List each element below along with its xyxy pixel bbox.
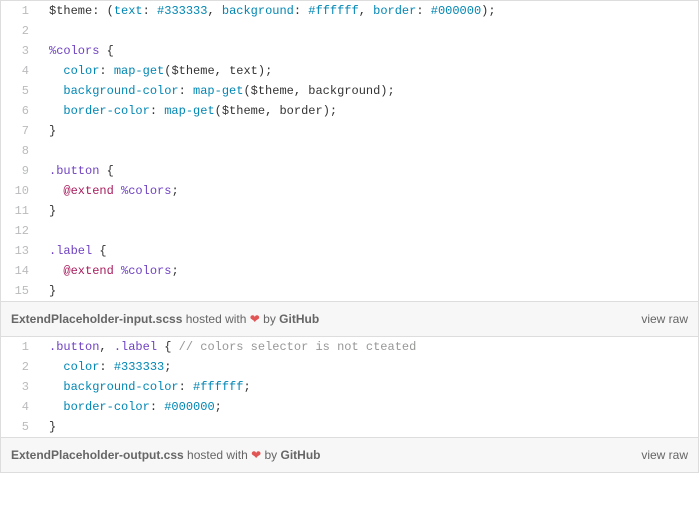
- code-line: 3 background-color: #ffffff;: [1, 377, 698, 397]
- code: }: [39, 121, 698, 141]
- gist-meta-bar: ExtendPlaceholder-output.css hosted with…: [1, 437, 698, 472]
- line-number: 13: [1, 241, 39, 261]
- code-line: 4 border-color: #000000;: [1, 397, 698, 417]
- code: }: [39, 281, 698, 301]
- code: .button, .label { // colors selector is …: [39, 337, 698, 357]
- code-line: 11}: [1, 201, 698, 221]
- code: border-color: map-get($theme, border);: [39, 101, 698, 121]
- code: [39, 21, 698, 41]
- code: color: map-get($theme, text);: [39, 61, 698, 81]
- line-number: 1: [1, 337, 39, 357]
- line-number: 14: [1, 261, 39, 281]
- line-number: 3: [1, 41, 39, 61]
- line-number: 12: [1, 221, 39, 241]
- meta-left: ExtendPlaceholder-output.css hosted with…: [11, 448, 320, 462]
- line-number: 8: [1, 141, 39, 161]
- code-line: 10 @extend %colors;: [1, 181, 698, 201]
- code-line: 7}: [1, 121, 698, 141]
- code: }: [39, 417, 698, 437]
- code: @extend %colors;: [39, 261, 698, 281]
- code-line: 6 border-color: map-get($theme, border);: [1, 101, 698, 121]
- code: @extend %colors;: [39, 181, 698, 201]
- line-number: 5: [1, 417, 39, 437]
- filename-link[interactable]: ExtendPlaceholder-input.scss: [11, 312, 182, 326]
- line-number: 2: [1, 21, 39, 41]
- line-number: 4: [1, 61, 39, 81]
- line-number: 2: [1, 357, 39, 377]
- code-line: 12: [1, 221, 698, 241]
- gist-block-2: 1.button, .label { // colors selector is…: [0, 337, 699, 473]
- hosted-text: hosted with: [182, 312, 249, 326]
- meta-left: ExtendPlaceholder-input.scss hosted with…: [11, 312, 319, 326]
- line-number: 7: [1, 121, 39, 141]
- line-number: 1: [1, 1, 39, 21]
- line-number: 10: [1, 181, 39, 201]
- code-line: 14 @extend %colors;: [1, 261, 698, 281]
- code: background-color: #ffffff;: [39, 377, 698, 397]
- code: %colors {: [39, 41, 698, 61]
- code-area[interactable]: 1.button, .label { // colors selector is…: [1, 337, 698, 437]
- line-number: 4: [1, 397, 39, 417]
- code-line: 13.label {: [1, 241, 698, 261]
- code-line: 1$theme: (text: #333333, background: #ff…: [1, 1, 698, 21]
- code-area[interactable]: 1$theme: (text: #333333, background: #ff…: [1, 1, 698, 301]
- line-number: 5: [1, 81, 39, 101]
- code-line: 5 background-color: map-get($theme, back…: [1, 81, 698, 101]
- code: [39, 141, 698, 161]
- code: color: #333333;: [39, 357, 698, 377]
- filename-link[interactable]: ExtendPlaceholder-output.css: [11, 448, 184, 462]
- view-raw-link[interactable]: view raw: [641, 312, 688, 326]
- line-number: 9: [1, 161, 39, 181]
- code-line: 9.button {: [1, 161, 698, 181]
- code: background-color: map-get($theme, backgr…: [39, 81, 698, 101]
- line-number: 3: [1, 377, 39, 397]
- code: $theme: (text: #333333, background: #fff…: [39, 1, 698, 21]
- gist-block-1: 1$theme: (text: #333333, background: #ff…: [0, 0, 699, 337]
- github-link[interactable]: GitHub: [280, 448, 320, 462]
- code-line: 5}: [1, 417, 698, 437]
- code: .label {: [39, 241, 698, 261]
- code-line: 1.button, .label { // colors selector is…: [1, 337, 698, 357]
- code-line: 8: [1, 141, 698, 161]
- hosted-text: hosted with: [184, 448, 251, 462]
- code: [39, 221, 698, 241]
- line-number: 15: [1, 281, 39, 301]
- code-line: 4 color: map-get($theme, text);: [1, 61, 698, 81]
- by-text: by: [260, 312, 279, 326]
- github-link[interactable]: GitHub: [279, 312, 319, 326]
- code-line: 2: [1, 21, 698, 41]
- code-line: 2 color: #333333;: [1, 357, 698, 377]
- by-text: by: [261, 448, 280, 462]
- code-line: 15}: [1, 281, 698, 301]
- line-number: 6: [1, 101, 39, 121]
- code: border-color: #000000;: [39, 397, 698, 417]
- gist-meta-bar: ExtendPlaceholder-input.scss hosted with…: [1, 301, 698, 336]
- heart-icon: ❤: [250, 312, 260, 326]
- code: }: [39, 201, 698, 221]
- heart-icon: ❤: [251, 448, 261, 462]
- line-number: 11: [1, 201, 39, 221]
- code-line: 3%colors {: [1, 41, 698, 61]
- code: .button {: [39, 161, 698, 181]
- view-raw-link[interactable]: view raw: [641, 448, 688, 462]
